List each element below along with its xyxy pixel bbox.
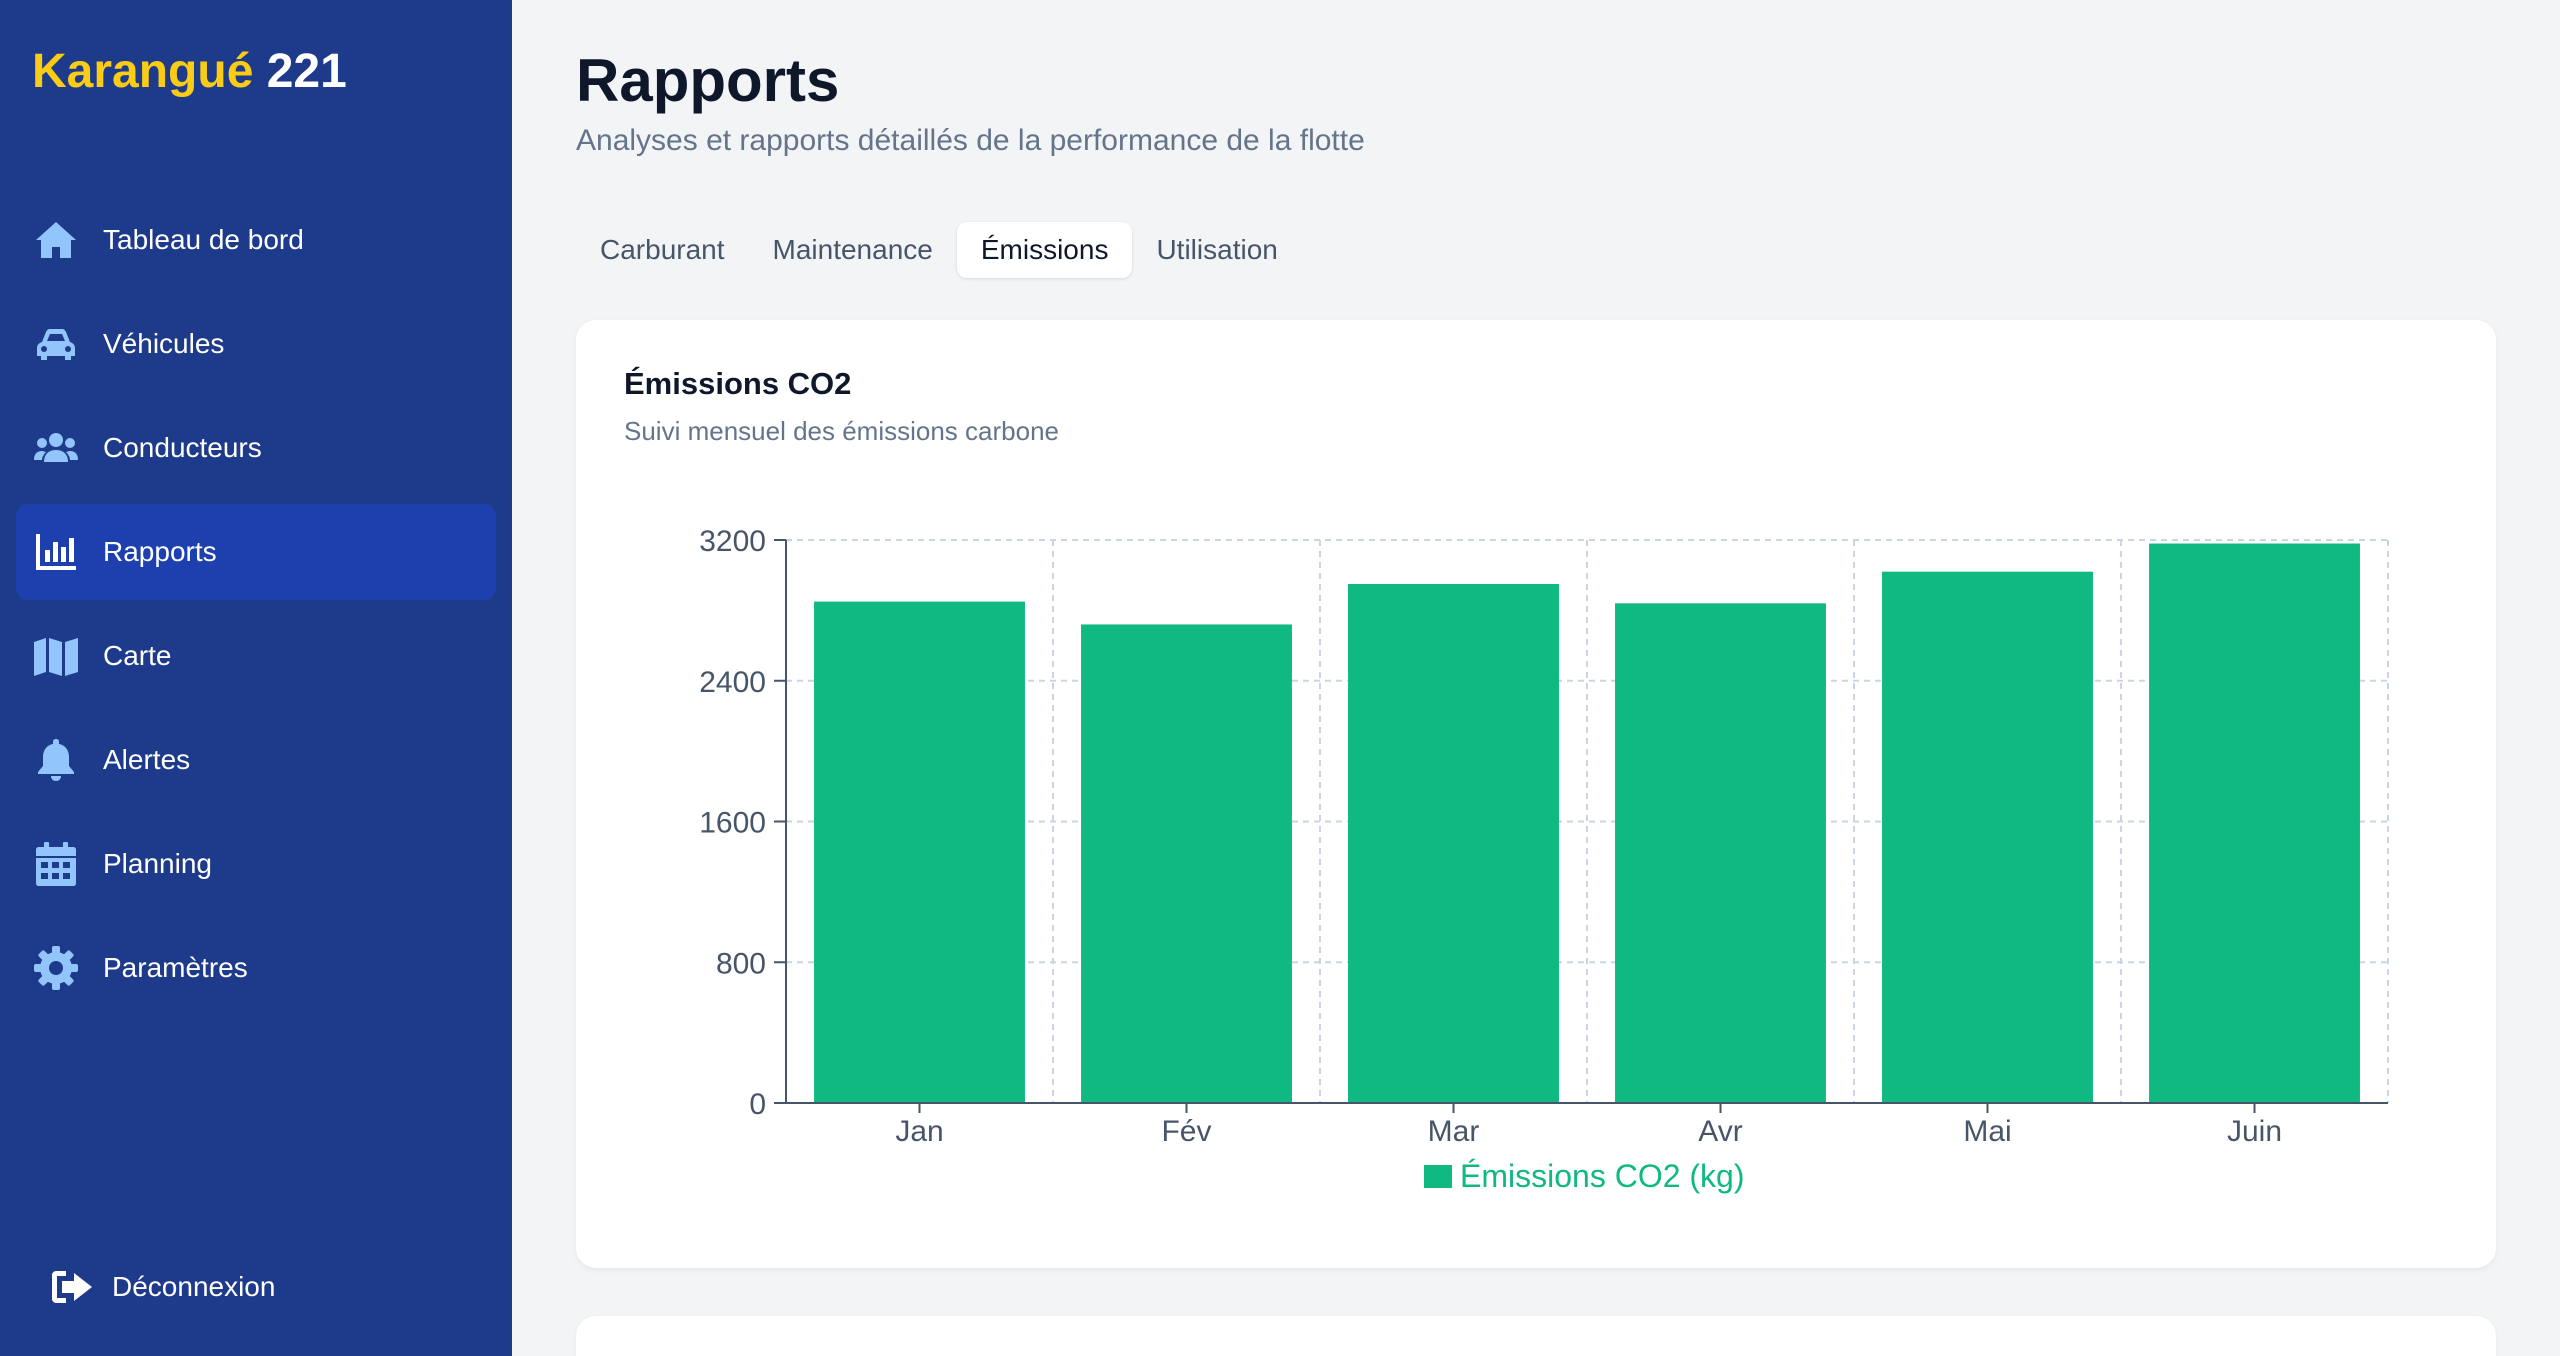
sidebar-item-label: Conducteurs [103, 432, 262, 463]
page-title: Rapports [576, 47, 840, 114]
sidebar-item-label: Carte [103, 640, 172, 671]
x-tick-label: Mai [1963, 1115, 2011, 1148]
tab-utilisation[interactable]: Utilisation [1132, 222, 1301, 278]
sidebar-item-carte[interactable]: Carte [16, 608, 496, 704]
sidebar-item-label: Véhicules [103, 328, 225, 359]
chart-bar-icon [32, 528, 80, 576]
sidebar-item-planning[interactable]: Planning [16, 816, 496, 912]
sidebar-item-label: Paramètres [103, 952, 248, 983]
bar-mai [1882, 571, 2093, 1103]
legend-swatch [1424, 1165, 1452, 1188]
bar-jan [814, 601, 1025, 1103]
logout-label: Déconnexion [112, 1271, 276, 1302]
x-tick-label: Juin [2227, 1115, 2282, 1148]
emissions-bar-chart: 0 800 1600 2400 3200 Jan Fév Mar Avr Mai Juin Émiss… [699, 525, 2389, 1194]
sidebar-item-label: Alertes [103, 744, 191, 775]
sidebar-item-label: Rapports [103, 536, 217, 567]
sidebar-item-conducteurs[interactable]: Conducteurs [16, 400, 496, 496]
brand-logo: Karangué 221 [32, 44, 347, 99]
bar-fév [1081, 624, 1292, 1103]
x-tick-label: Mar [1428, 1115, 1480, 1148]
sidebar: Karangué 221 Tableau de bord Véhicules C… [0, 0, 512, 1356]
users-icon [32, 424, 80, 472]
tab-maintenance[interactable]: Maintenance [749, 222, 957, 278]
home-icon [32, 216, 80, 264]
logout-button[interactable]: Déconnexion [32, 1237, 452, 1337]
tab-emissions[interactable]: Émissions [956, 222, 1133, 278]
y-tick-label: 0 [749, 1088, 766, 1121]
brand-name: Karangué [32, 45, 254, 98]
y-tick-label: 800 [716, 947, 766, 980]
x-tick-label: Jan [895, 1115, 943, 1148]
bar-avr [1615, 603, 1826, 1103]
bar-juin [2149, 543, 2360, 1103]
sidebar-item-tableau-de-bord[interactable]: Tableau de bord [16, 192, 496, 288]
y-tick-label: 1600 [699, 807, 766, 840]
x-tick-label: Avr [1698, 1115, 1742, 1148]
brand-number: 221 [266, 45, 347, 98]
y-tick-label: 2400 [699, 666, 766, 699]
sidebar-item-parametres[interactable]: Paramètres [16, 920, 496, 1016]
sidebar-item-label: Planning [103, 848, 212, 879]
map-icon [32, 632, 80, 680]
logout-icon [48, 1263, 96, 1311]
secondary-card [576, 1316, 2496, 1356]
bell-icon [32, 736, 80, 784]
x-tick-label: Fév [1161, 1115, 1211, 1148]
sidebar-item-alertes[interactable]: Alertes [16, 712, 496, 808]
emissions-card: Émissions CO2 Suivi mensuel des émission… [576, 320, 2496, 1268]
y-tick-label: 3200 [699, 525, 766, 558]
sidebar-item-label: Tableau de bord [103, 224, 304, 255]
sidebar-item-rapports[interactable]: Rapports [16, 504, 496, 600]
report-tabs: Carburant Maintenance Émissions Utilisat… [576, 216, 1302, 284]
car-icon [32, 320, 80, 368]
gear-icon [32, 944, 80, 992]
sidebar-item-vehicules[interactable]: Véhicules [16, 296, 496, 392]
bar-mar [1348, 583, 1559, 1103]
legend-label: Émissions CO2 (kg) [1460, 1158, 1745, 1194]
tab-carburant[interactable]: Carburant [576, 222, 749, 278]
calendar-icon [32, 840, 80, 888]
page-subtitle: Analyses et rapports détaillés de la per… [576, 124, 1365, 157]
